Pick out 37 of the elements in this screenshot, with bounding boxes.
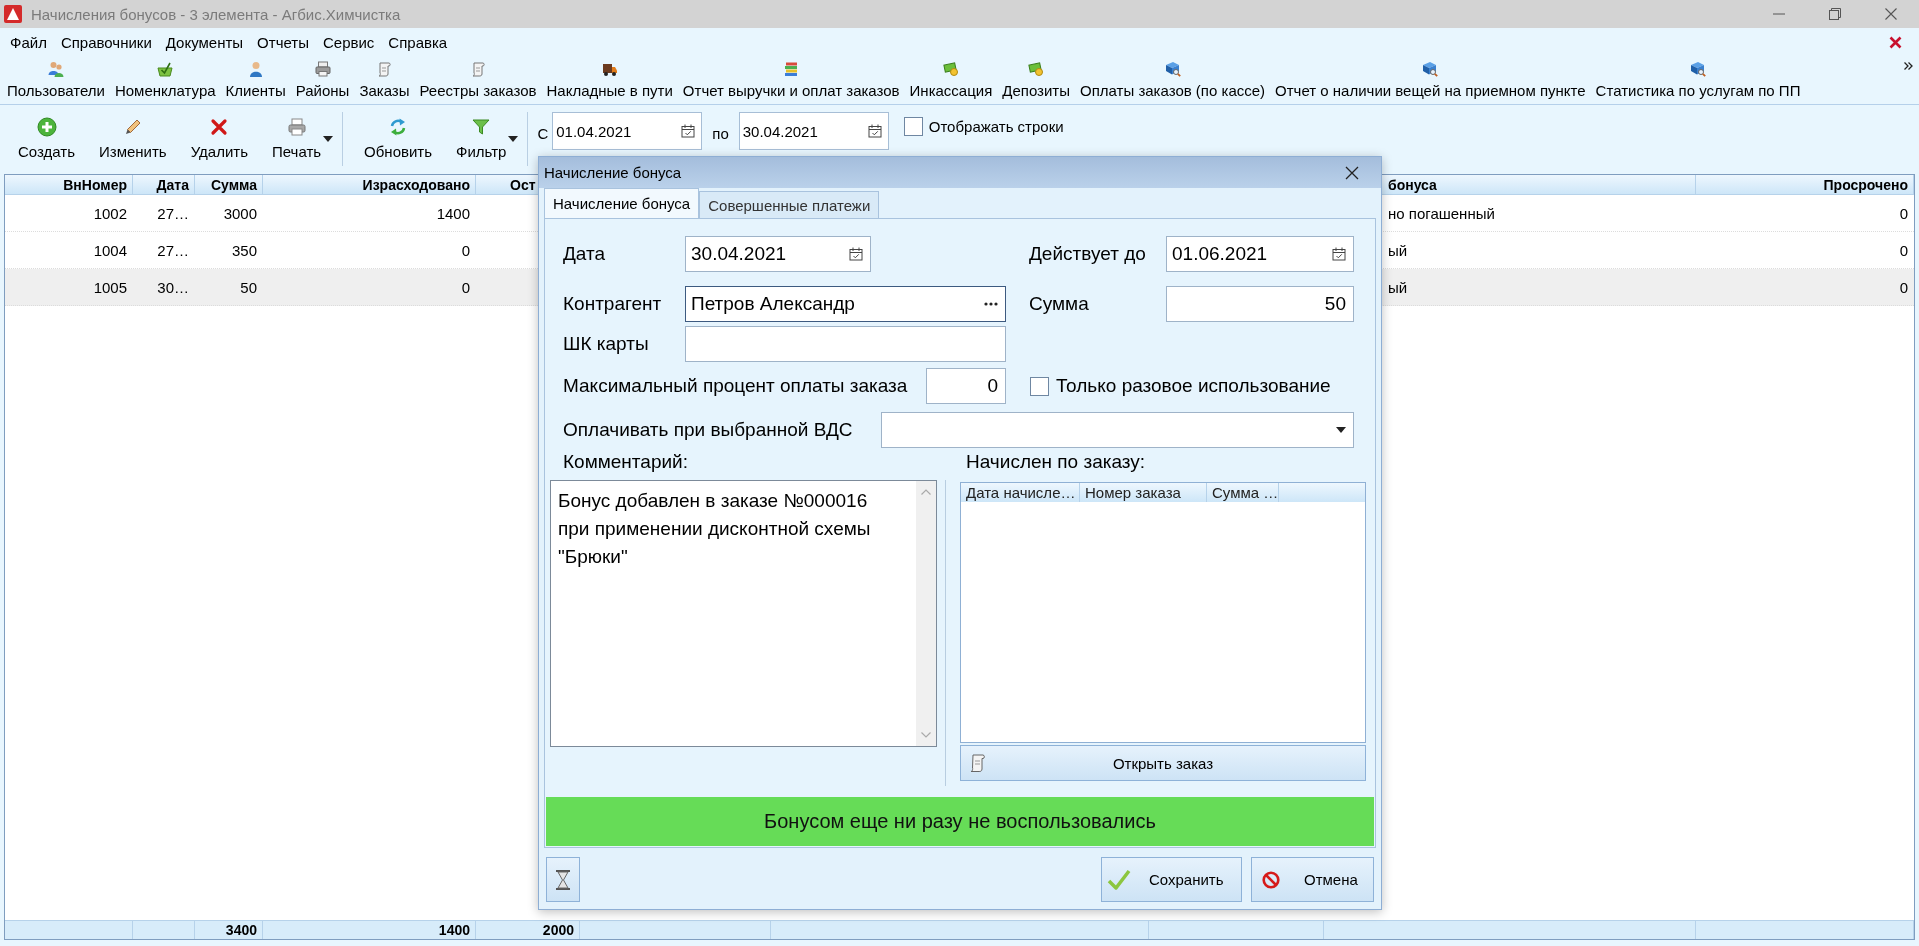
date-text: 27… — [157, 204, 189, 222]
total-value: 3400 — [225, 922, 257, 938]
checkbox-label: Отображать строки — [928, 118, 1064, 135]
amount-text: 350 — [231, 241, 257, 259]
amount-text: 50 — [240, 278, 257, 296]
field-label: Начислен по заказу: — [966, 451, 1146, 473]
dialog-title: Начисление бонуса — [544, 164, 682, 181]
spent-text: 0 — [461, 278, 470, 296]
field-label: Оплачивать при выбранной ВДС — [563, 419, 853, 440]
spent-text: 1400 — [436, 204, 470, 222]
number-text: 1005 — [93, 278, 127, 296]
number-text: 1002 — [93, 204, 127, 222]
period-label: по — [712, 125, 729, 142]
overdue-text: 0 — [1899, 241, 1908, 259]
field-label: Максимальный процент оплаты заказа — [563, 375, 908, 396]
status-text: ый — [1388, 278, 1408, 296]
amount-text: 3000 — [223, 204, 257, 222]
number-text: 1004 — [93, 241, 127, 259]
status-banner: Бонусом еще ни разу не воспользовались — [546, 797, 1374, 846]
checkbox-label: Только разовое использование — [1056, 375, 1331, 397]
spent-text: 0 — [461, 241, 470, 259]
status-text: ый — [1388, 241, 1408, 259]
period-label: С — [537, 125, 549, 142]
status-text: но погашенный — [1388, 204, 1495, 222]
overdue-text: 0 — [1899, 278, 1908, 296]
field-label: Сумма — [1029, 293, 1089, 314]
field-label: Контрагент — [563, 293, 662, 314]
field-label: Комментарий: — [563, 451, 688, 472]
total-value: 1400 — [438, 922, 470, 938]
window-title: Начисления бонусов - 3 элемента - Агбис.Химчистка — [31, 5, 401, 23]
date-text: 27… — [157, 241, 189, 259]
overdue-text: 0 — [1899, 204, 1908, 222]
field-label: ШК карты — [563, 333, 649, 354]
field-label: Дата — [563, 243, 606, 264]
field-label: Действует до — [1029, 243, 1146, 264]
total-value: 2000 — [542, 922, 574, 938]
date-text: 30… — [157, 278, 189, 296]
